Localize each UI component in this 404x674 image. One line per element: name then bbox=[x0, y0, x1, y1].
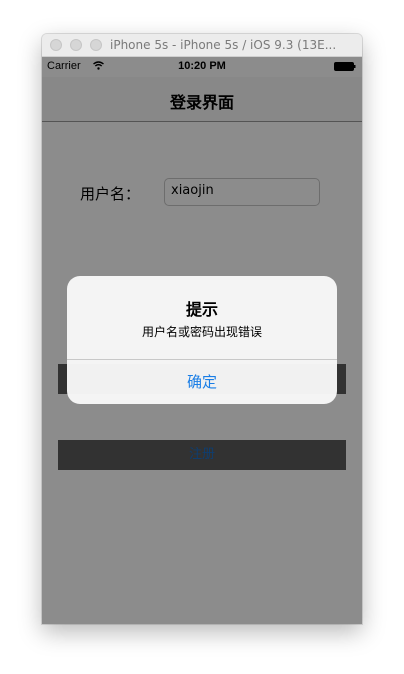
minimize-window-button[interactable] bbox=[70, 39, 82, 51]
device-screen: Carrier 10:20 PM 登录界面 用户名： xiaojin 注册 提示… bbox=[42, 57, 362, 624]
alert-title: 提示 bbox=[185, 300, 218, 319]
maximize-window-button[interactable] bbox=[90, 39, 102, 51]
close-window-button[interactable] bbox=[50, 39, 62, 51]
error-alert: 提示 用户名或密码出现错误 确定 bbox=[67, 276, 337, 404]
alert-message: 用户名或密码出现错误 bbox=[141, 325, 262, 339]
simulator-window: iPhone 5s - iPhone 5s / iOS 9.3 (13E... … bbox=[42, 34, 362, 624]
window-title: iPhone 5s - iPhone 5s / iOS 9.3 (13E... bbox=[110, 38, 337, 52]
alert-ok-button[interactable]: 确定 bbox=[67, 360, 337, 404]
window-titlebar: iPhone 5s - iPhone 5s / iOS 9.3 (13E... bbox=[42, 34, 362, 57]
